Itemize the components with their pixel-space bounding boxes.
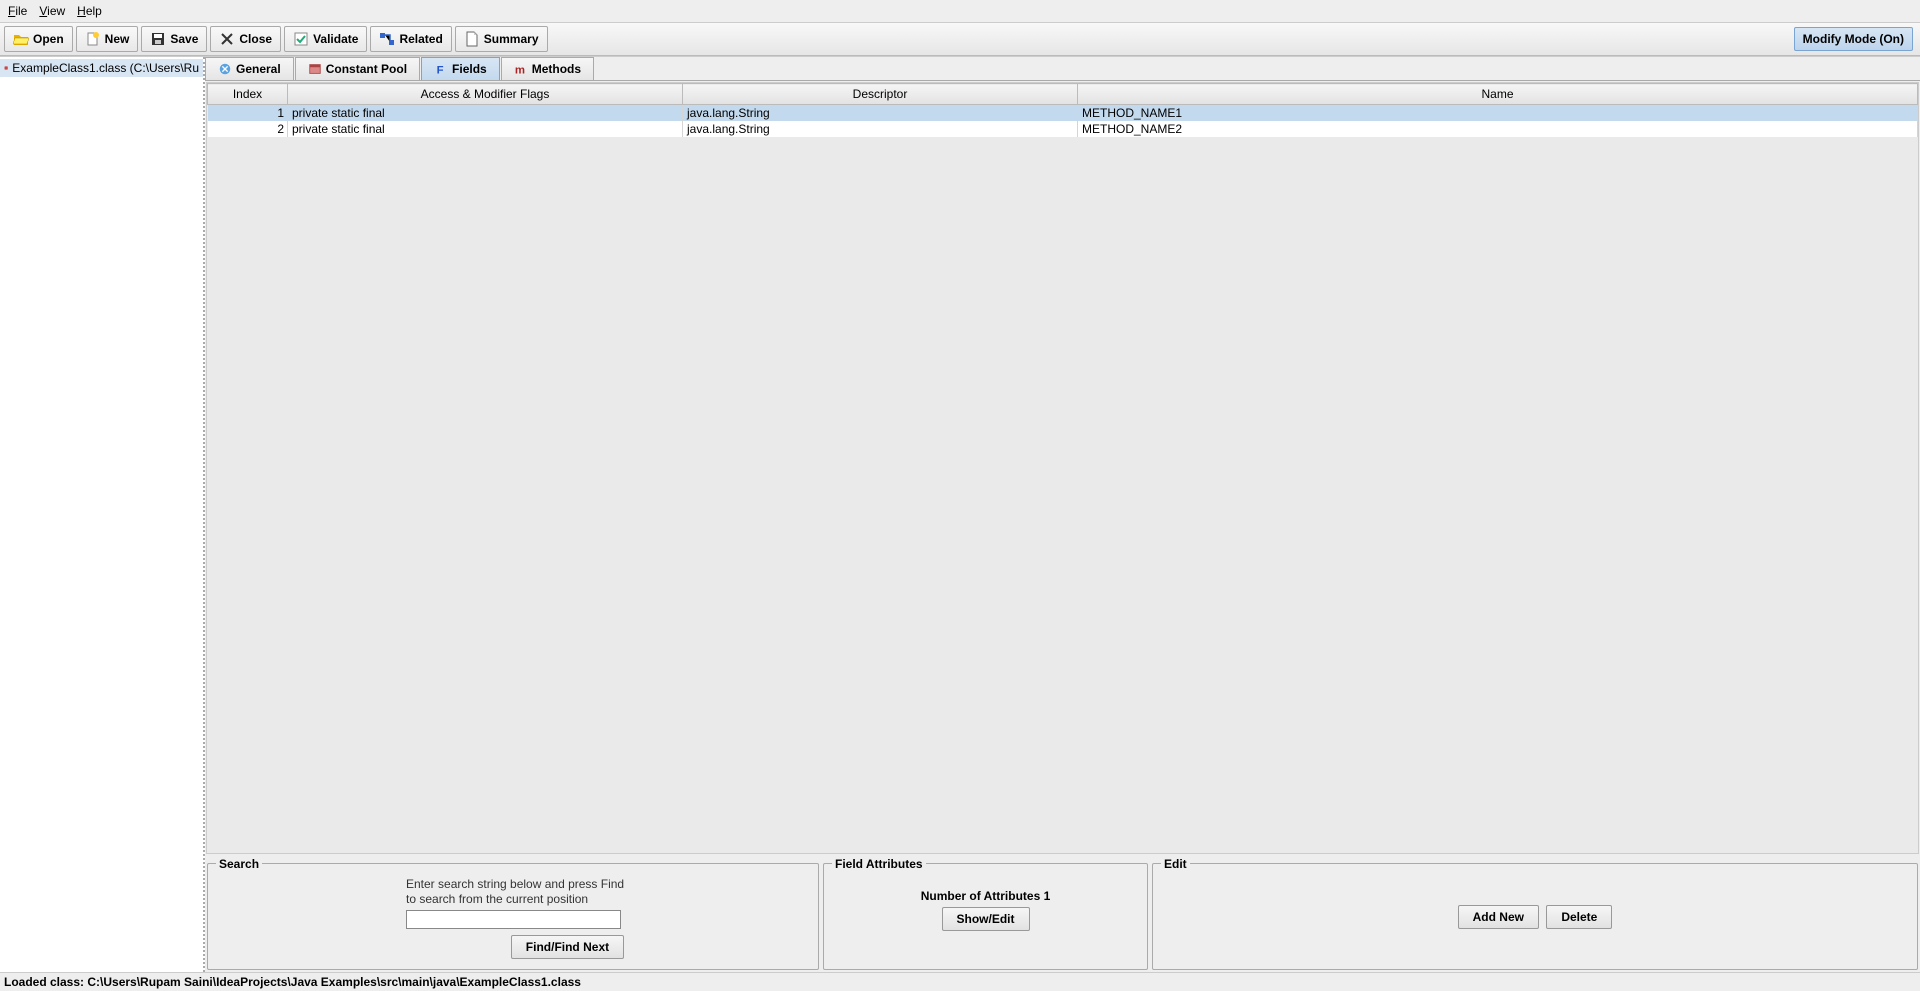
toolbar: Open New Save Close Validate Related Sum… bbox=[0, 22, 1920, 56]
main-split: ExampleClass1.class (C:\Users\Ru General… bbox=[0, 56, 1920, 972]
cell-flags: private static final bbox=[288, 105, 683, 122]
table-row[interactable]: 1 private static final java.lang.String … bbox=[208, 105, 1918, 122]
open-label: Open bbox=[33, 32, 64, 46]
attrs-title: Field Attributes bbox=[832, 857, 926, 871]
header-name[interactable]: Name bbox=[1078, 84, 1918, 105]
new-icon bbox=[85, 31, 101, 47]
tree-item-class[interactable]: ExampleClass1.class (C:\Users\Ru bbox=[0, 59, 203, 77]
modify-mode-button[interactable]: Modify Mode (On) bbox=[1794, 27, 1913, 51]
related-button[interactable]: Related bbox=[370, 26, 451, 52]
tab-methods-label: Methods bbox=[532, 62, 581, 76]
fields-table: Index Access & Modifier Flags Descriptor… bbox=[207, 83, 1918, 137]
add-new-button[interactable]: Add New bbox=[1458, 905, 1539, 929]
tab-general[interactable]: General bbox=[205, 57, 294, 80]
summary-label: Summary bbox=[484, 32, 539, 46]
delete-button[interactable]: Delete bbox=[1546, 905, 1612, 929]
open-button[interactable]: Open bbox=[4, 26, 73, 52]
fields-table-area: Index Access & Modifier Flags Descriptor… bbox=[206, 82, 1919, 854]
cell-flags: private static final bbox=[288, 121, 683, 137]
show-edit-button[interactable]: Show/Edit bbox=[942, 907, 1030, 931]
edit-title: Edit bbox=[1161, 857, 1190, 871]
cell-descriptor: java.lang.String bbox=[683, 121, 1078, 137]
tree-panel: ExampleClass1.class (C:\Users\Ru bbox=[0, 57, 205, 972]
content-panel: General Constant Pool F Fields m Methods bbox=[205, 57, 1920, 972]
validate-label: Validate bbox=[313, 32, 358, 46]
general-icon bbox=[218, 62, 232, 76]
tab-fields[interactable]: F Fields bbox=[421, 57, 500, 80]
header-flags[interactable]: Access & Modifier Flags bbox=[288, 84, 683, 105]
document-icon bbox=[464, 31, 480, 47]
edit-panel: Edit Add New Delete bbox=[1152, 857, 1918, 970]
save-icon bbox=[150, 31, 166, 47]
new-label: New bbox=[105, 32, 130, 46]
statusbar: Loaded class: C:\Users\Rupam Saini\IdeaP… bbox=[0, 972, 1920, 991]
menu-view[interactable]: View bbox=[39, 4, 65, 18]
tab-general-label: General bbox=[236, 62, 281, 76]
cell-index: 2 bbox=[208, 121, 288, 137]
constpool-icon bbox=[308, 62, 322, 76]
close-label: Close bbox=[239, 32, 272, 46]
cell-name: METHOD_NAME1 bbox=[1078, 105, 1918, 122]
save-label: Save bbox=[170, 32, 198, 46]
check-icon bbox=[293, 31, 309, 47]
close-button[interactable]: Close bbox=[210, 26, 281, 52]
menu-file[interactable]: File bbox=[8, 4, 27, 18]
header-index[interactable]: Index bbox=[208, 84, 288, 105]
search-panel: Search Enter search string below and pre… bbox=[207, 857, 819, 970]
modify-mode-label: Modify Mode (On) bbox=[1803, 32, 1904, 46]
validate-button[interactable]: Validate bbox=[284, 26, 367, 52]
tab-constant-pool[interactable]: Constant Pool bbox=[295, 57, 420, 80]
menubar: File View Help bbox=[0, 0, 1920, 22]
tab-methods[interactable]: m Methods bbox=[501, 57, 594, 80]
class-icon bbox=[4, 62, 8, 74]
svg-text:F: F bbox=[437, 64, 444, 76]
open-icon bbox=[13, 31, 29, 47]
header-descriptor[interactable]: Descriptor bbox=[683, 84, 1078, 105]
table-header-row: Index Access & Modifier Flags Descriptor… bbox=[208, 84, 1918, 105]
new-button[interactable]: New bbox=[76, 26, 139, 52]
attrs-count-label: Number of Attributes 1 bbox=[832, 889, 1139, 903]
field-attributes-panel: Field Attributes Number of Attributes 1 … bbox=[823, 857, 1148, 970]
tabbar: General Constant Pool F Fields m Methods bbox=[205, 57, 1920, 81]
cell-index: 1 bbox=[208, 105, 288, 122]
svg-text:m: m bbox=[515, 64, 525, 76]
table-row[interactable]: 2 private static final java.lang.String … bbox=[208, 121, 1918, 137]
bottom-panels: Search Enter search string below and pre… bbox=[205, 855, 1920, 972]
cell-descriptor: java.lang.String bbox=[683, 105, 1078, 122]
search-title: Search bbox=[216, 857, 262, 871]
search-help-text: Enter search string below and press Find… bbox=[406, 877, 624, 908]
related-icon bbox=[379, 31, 395, 47]
tab-fields-label: Fields bbox=[452, 62, 487, 76]
save-button[interactable]: Save bbox=[141, 26, 207, 52]
tab-constpool-label: Constant Pool bbox=[326, 62, 407, 76]
summary-button[interactable]: Summary bbox=[455, 26, 548, 52]
methods-icon: m bbox=[514, 62, 528, 76]
menu-help[interactable]: Help bbox=[77, 4, 102, 18]
tree-item-label: ExampleClass1.class (C:\Users\Ru bbox=[12, 61, 199, 75]
related-label: Related bbox=[399, 32, 442, 46]
find-button[interactable]: Find/Find Next bbox=[511, 935, 624, 959]
search-input[interactable] bbox=[406, 910, 621, 929]
fields-icon: F bbox=[434, 62, 448, 76]
close-icon bbox=[219, 31, 235, 47]
cell-name: METHOD_NAME2 bbox=[1078, 121, 1918, 137]
